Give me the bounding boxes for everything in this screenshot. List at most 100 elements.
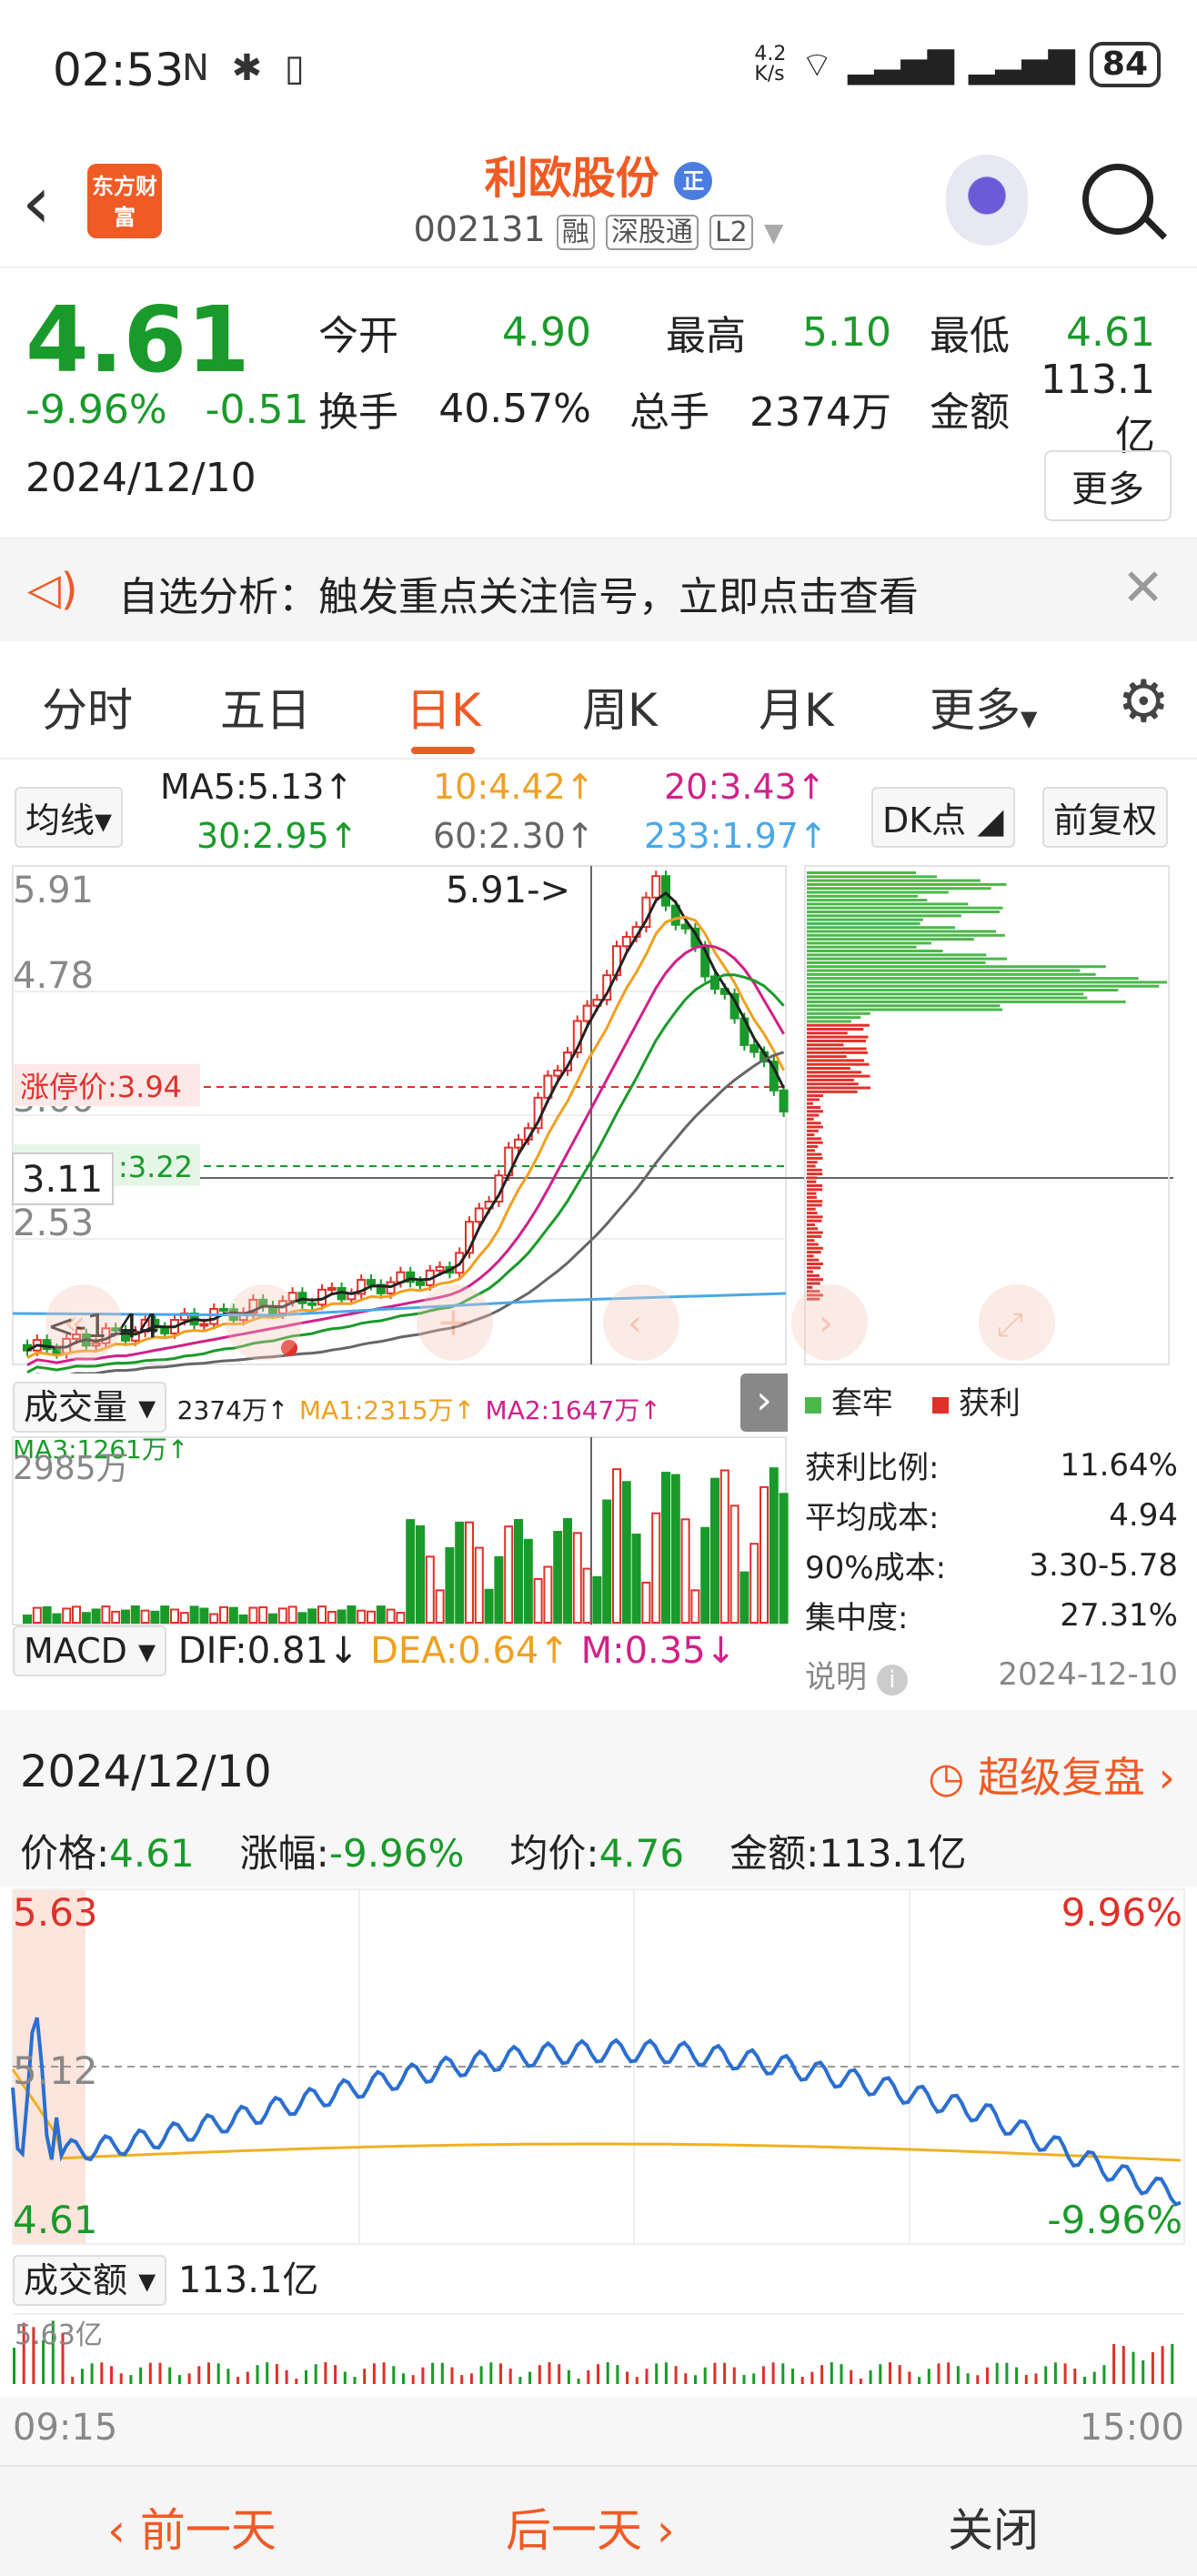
prev-day-button[interactable]: ‹ 前一天 (107, 2494, 277, 2560)
chip-bar (807, 1184, 823, 1187)
notice-text[interactable]: 自选分析：触发重点关注信号，立即点击查看 (118, 564, 919, 622)
close-button[interactable]: 关闭 (948, 2494, 1039, 2560)
next-day-button[interactable]: 后一天 › (506, 2494, 675, 2560)
chip-bar (807, 965, 1106, 969)
volume-bar (121, 1609, 130, 1624)
quote-grid: 今开 4.90 最高 5.10 最低 4.61 换手 40.57% 总手 237… (318, 294, 1173, 459)
chevron-right-icon: › (656, 2504, 675, 2557)
volume-bar (602, 1499, 612, 1624)
chip-row: 平均成本: 4.94 (805, 1490, 1178, 1540)
turnover-bar (469, 2373, 473, 2384)
candle-body (651, 875, 661, 899)
turnover-bar (168, 2367, 172, 2384)
assistant-avatar-icon[interactable] (946, 155, 1028, 246)
kline-chart[interactable]: 5.91 4.78 3.66 2.53 5.91-> 涨停价:3.94 :3.2… (0, 864, 1197, 1374)
chip-bar (807, 1212, 818, 1215)
turnover-bar (148, 2362, 152, 2384)
candle-body (621, 935, 631, 948)
turnover-bar (761, 2366, 765, 2384)
turnover-bar (538, 2365, 541, 2384)
detail-info: 价格:4.61 涨幅:-9.96% 均价:4.76 金额:113.1亿 (20, 1823, 967, 1878)
ma-selector[interactable]: 均线▾ (15, 787, 124, 848)
volume-bar (729, 1504, 739, 1624)
chip-bar (807, 1059, 865, 1062)
candle-body (219, 1307, 228, 1312)
chip-bar (807, 1278, 823, 1282)
close-icon[interactable]: ✕ (1122, 558, 1164, 618)
candle-body (514, 1138, 523, 1149)
chip-bar (807, 1028, 864, 1031)
chip-bar (807, 1090, 858, 1093)
chip-note-row[interactable]: 说明 i 2024-12-10 (805, 1649, 1178, 1699)
turnover-bar (655, 2363, 659, 2384)
volume-bar (455, 1521, 465, 1624)
chip-row-value: 27.31% (1060, 1596, 1178, 1634)
volume-bar (425, 1555, 435, 1624)
tab-daily-k[interactable]: 日K (406, 674, 481, 740)
chevron-right-icon: › (819, 1303, 833, 1344)
intraday-chart[interactable]: 5.63 5.12 4.61 9.96% -9.96% 5.63亿 (0, 1887, 1197, 2397)
volume-bar (248, 1606, 258, 1624)
volume-bars (23, 1467, 789, 1625)
volume-bar (307, 1608, 317, 1625)
chart-nav-prev-button[interactable] (226, 1284, 302, 1361)
turnover-bar (1015, 2367, 1019, 2384)
expand-panel-button[interactable]: › (740, 1374, 788, 1432)
candle-body (160, 1326, 170, 1334)
macd-selector[interactable]: MACD ▾ (13, 1625, 167, 1676)
battery-icon: 84 (1089, 42, 1161, 87)
turnover-bar (616, 2365, 619, 2384)
turnover-bar (110, 2366, 113, 2384)
detail-pct-label: 涨幅: (239, 1831, 329, 1876)
search-icon[interactable] (1082, 164, 1153, 235)
volume-bar (445, 1547, 455, 1624)
intraday-y-bot: 4.61 (13, 2198, 98, 2242)
chevron-right-icon: › (756, 1377, 772, 1424)
turnover-bar (732, 2367, 736, 2384)
chip-bar (807, 911, 1000, 913)
chip-bar (807, 1239, 815, 1243)
detail-avg-label: 均价: (509, 1831, 599, 1876)
time-start: 09:15 (13, 2407, 118, 2449)
turnover-bar (460, 2375, 464, 2384)
prev-day-label: 前一天 (139, 2504, 277, 2557)
chip-bar (807, 981, 1167, 984)
volume-selector[interactable]: 成交量 ▾ (13, 1382, 167, 1433)
chip-bar (807, 1243, 819, 1246)
chip-bar (807, 1172, 823, 1176)
adjust-button[interactable]: 前复权 (1042, 787, 1169, 848)
limit-price-label: 涨停价:3.94 (20, 1070, 182, 1104)
dk-point-button[interactable]: DK点 ◢ (871, 787, 1015, 848)
tab-intraday[interactable]: 分时 (42, 674, 133, 740)
notice-banner[interactable]: ◁) 自选分析：触发重点关注信号，立即点击查看 ✕ (0, 537, 1197, 641)
chip-bar (807, 1223, 816, 1226)
tab-monthly-k[interactable]: 月K (759, 674, 834, 740)
chip-bar (807, 1011, 870, 1015)
turnover-bar (664, 2362, 668, 2384)
more-button[interactable]: 更多 (1044, 450, 1172, 521)
tab-more[interactable]: 更多▼ (930, 674, 1037, 740)
profit-swatch-icon (932, 1397, 950, 1414)
gear-icon[interactable]: ⚙ (1118, 669, 1170, 736)
volume-bar (23, 1615, 32, 1624)
macd-dif: DIF:0.81↓ (177, 1630, 359, 1672)
turnover-bar (246, 2371, 249, 2384)
turnover-bar (645, 2369, 649, 2384)
turnover-bar (80, 2369, 84, 2384)
chip-bar (807, 1078, 854, 1082)
chip-bar (807, 1161, 818, 1164)
turnover-bar (567, 2370, 570, 2384)
turnover-bar (372, 2363, 376, 2384)
candle-body (416, 1281, 425, 1286)
super-replay-button[interactable]: ◷ 超级复盘 › (928, 1745, 1175, 1805)
chevron-down-icon[interactable]: ▼ (764, 217, 784, 247)
tab-five-day[interactable]: 五日 (220, 674, 311, 740)
turnover-selector-label: 成交额 (24, 2260, 128, 2300)
turnover-bar (684, 2373, 688, 2384)
chip-bar (807, 1234, 822, 1238)
macd-selector-label: MACD (24, 1631, 127, 1671)
turnover-bar (334, 2365, 337, 2384)
volume-bar (661, 1472, 670, 1624)
turnover-selector[interactable]: 成交额 ▾ (13, 2255, 167, 2306)
tab-weekly-k[interactable]: 周K (582, 674, 658, 740)
